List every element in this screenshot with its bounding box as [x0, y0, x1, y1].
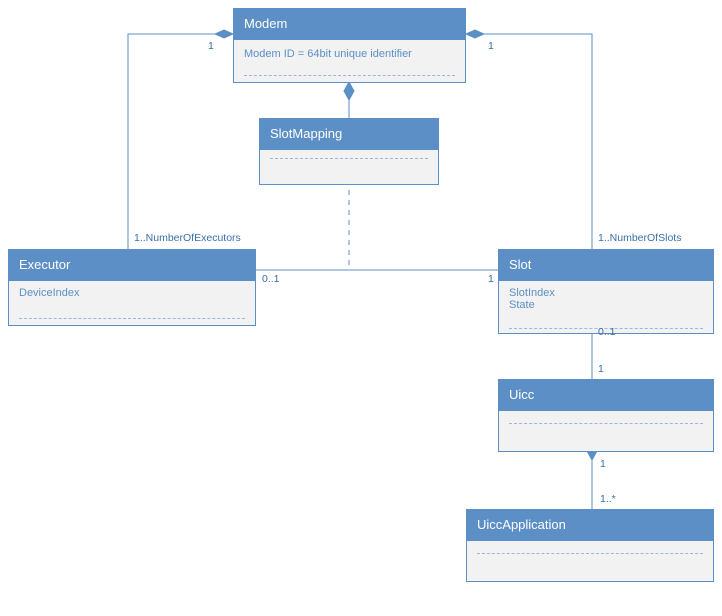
class-modem-attr: Modem ID = 64bit unique identifier [244, 48, 455, 60]
mult-exec-slot-left: 0..1 [262, 273, 280, 285]
class-uiccapp-title: UiccApplication [467, 510, 713, 541]
mult-uicc-app-top: 1 [600, 458, 606, 470]
mult-modem-slot-top: 1 [488, 40, 494, 52]
class-slot-title: Slot [499, 250, 713, 281]
mult-slot-uicc-bot: 1 [598, 363, 604, 375]
class-uiccapp: UiccApplication [466, 509, 714, 582]
class-executor-attr: DeviceIndex [19, 287, 245, 299]
class-slot-attr1: SlotIndex [509, 287, 703, 299]
class-slot-attr2: State [509, 299, 703, 311]
mult-modem-slot-bot: 1..NumberOfSlots [598, 232, 681, 244]
class-slot: Slot SlotIndex State [498, 249, 714, 334]
class-executor: Executor DeviceIndex [8, 249, 256, 326]
mult-modem-exec-bot: 1..NumberOfExecutors [134, 232, 241, 244]
class-executor-title: Executor [9, 250, 255, 281]
mult-slot-uicc-top: 0..1 [598, 326, 616, 338]
mult-exec-slot-right: 1 [488, 273, 494, 285]
class-uicc-title: Uicc [499, 380, 713, 411]
diagram-canvas: Modem Modem ID = 64bit unique identifier… [0, 0, 722, 616]
class-slotmapping-title: SlotMapping [260, 119, 438, 150]
class-uicc: Uicc [498, 379, 714, 452]
class-modem: Modem Modem ID = 64bit unique identifier [233, 8, 466, 83]
class-slotmapping: SlotMapping [259, 118, 439, 185]
class-modem-title: Modem [234, 9, 465, 40]
mult-uicc-app-bot: 1..* [600, 493, 616, 505]
mult-modem-exec-top: 1 [208, 40, 214, 52]
